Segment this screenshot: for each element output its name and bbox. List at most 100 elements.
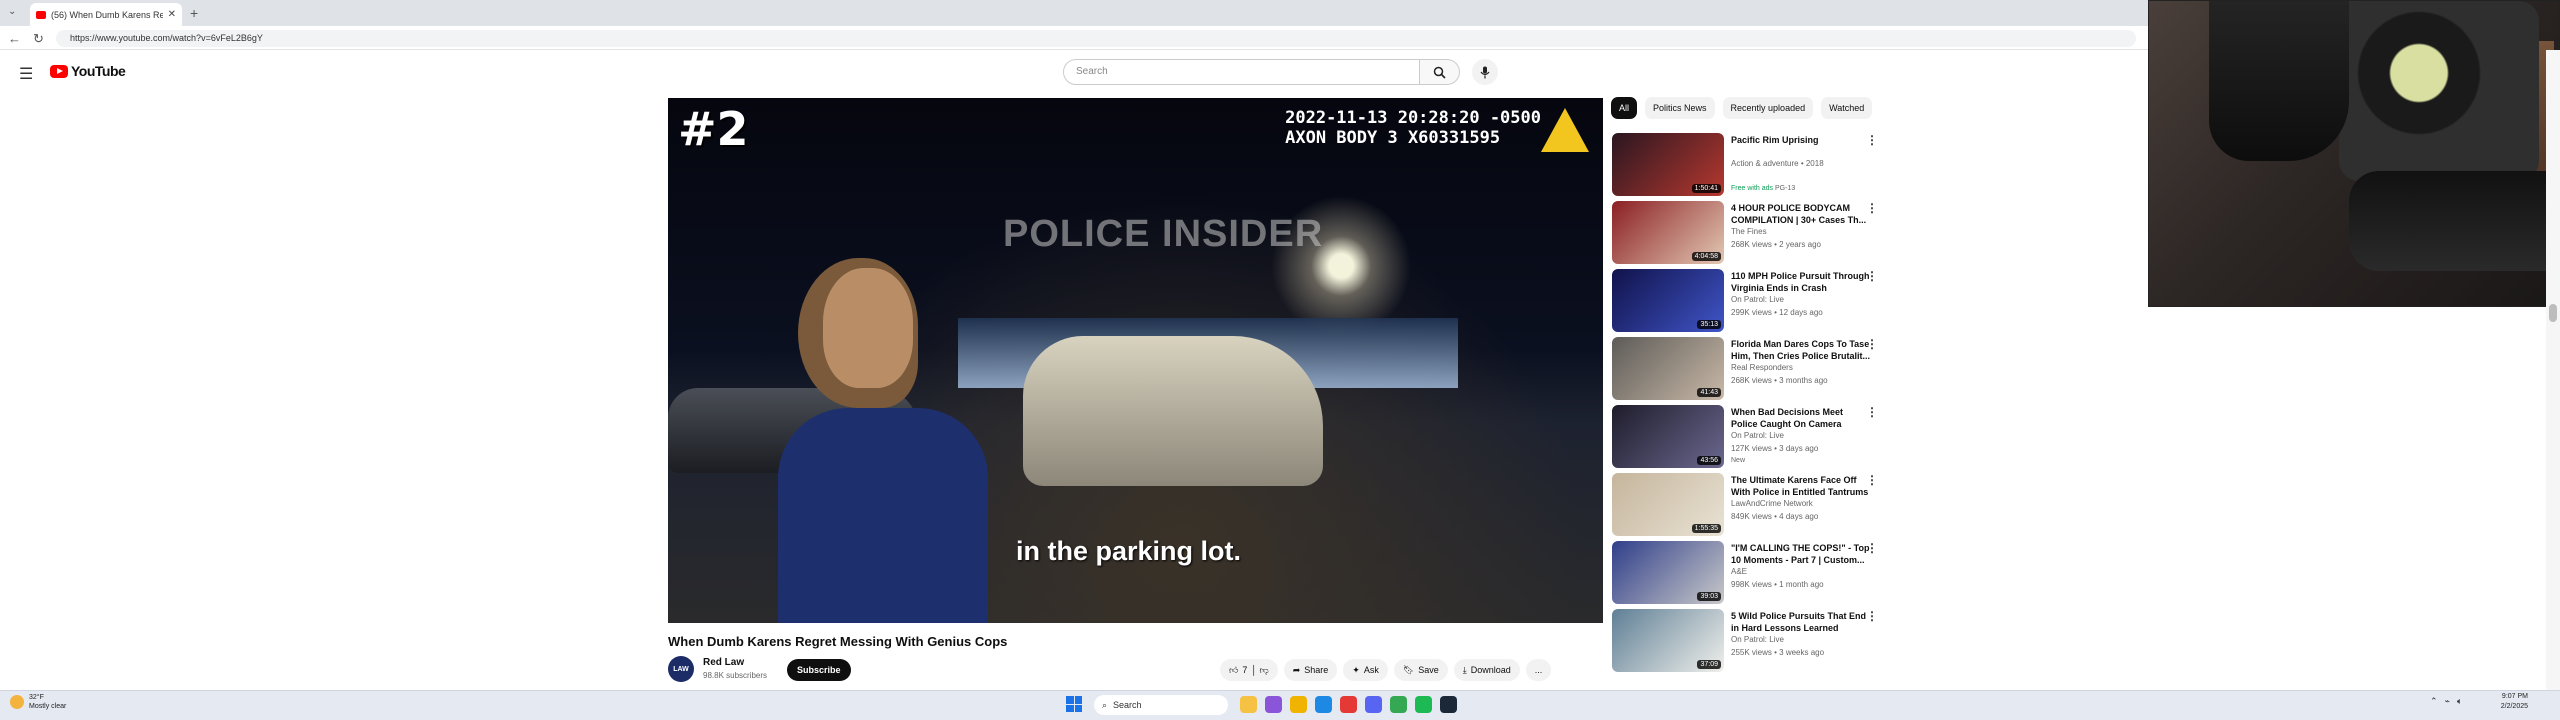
save-button[interactable]: 🔖︎ Save	[1393, 659, 1448, 681]
recommendation-channel[interactable]: A&E	[1731, 567, 1747, 576]
more-options-icon[interactable]: ⋮	[1866, 609, 1878, 623]
axon-logo-icon	[1541, 108, 1589, 152]
filter-chip[interactable]: Recently uploaded	[1722, 97, 1814, 119]
file-explorer-icon[interactable]	[1240, 696, 1257, 713]
discord-icon[interactable]	[1365, 696, 1382, 713]
url-field[interactable]: https://www.youtube.com/watch?v=6vFeL2B6…	[56, 30, 2136, 47]
start-button-icon[interactable]	[1066, 696, 1082, 712]
like-dislike-button[interactable]: 👍︎ 7 │ 👎︎	[1220, 659, 1278, 681]
more-options-icon[interactable]: ⋮	[1866, 405, 1878, 419]
recommendation-meta: 268K views • 2 years ago	[1731, 240, 1821, 249]
channel-avatar[interactable]: LAW	[668, 656, 694, 682]
filter-chip[interactable]: Politics News	[1645, 97, 1715, 119]
recommendation-thumbnail[interactable]: 1:50:41	[1612, 133, 1724, 196]
recommendation-channel[interactable]: The Fines	[1731, 227, 1767, 236]
scrollbar-thumb[interactable]	[2549, 304, 2557, 322]
steam-icon[interactable]	[1440, 696, 1457, 713]
spotify-icon[interactable]	[1415, 696, 1432, 713]
recommendation-title[interactable]: 110 MPH Police Pursuit Through Virginia …	[1731, 270, 1871, 294]
video-duration: 37:09	[1697, 660, 1721, 669]
more-options-icon[interactable]: ⋮	[1866, 541, 1878, 555]
filter-chip[interactable]: All	[1611, 97, 1638, 119]
recommendation-thumbnail[interactable]: 35:13	[1612, 269, 1724, 332]
recommendation-meta: 268K views • 3 months ago	[1731, 376, 1828, 385]
mic-button[interactable]	[1472, 59, 1498, 85]
share-button[interactable]: ➦ Share	[1283, 659, 1338, 681]
recommendation-item[interactable]: 37:09 5 Wild Police Pursuits That End in …	[1612, 607, 1884, 675]
recommendation-title[interactable]: When Bad Decisions Meet Police Caught On…	[1731, 406, 1871, 430]
recommendation-badges: Free with ads PG-13	[1731, 185, 1795, 192]
thumbs-down-icon: │ 👎︎	[1251, 664, 1269, 675]
recommendation-item[interactable]: 1:55:35 The Ultimate Karens Face Off With…	[1612, 471, 1884, 539]
speaker-icon[interactable]: 🔈︎	[2457, 696, 2462, 707]
reload-icon[interactable]: ↻	[33, 31, 44, 47]
recommendation-thumbnail[interactable]: 39:03	[1612, 541, 1724, 604]
recommendation-item[interactable]: 43:56 When Bad Decisions Meet Police Caug…	[1612, 403, 1884, 471]
chrome-icon[interactable]	[1390, 696, 1407, 713]
recommendation-thumbnail[interactable]: 37:09	[1612, 609, 1724, 672]
recommendation-thumbnail[interactable]: 43:56	[1612, 405, 1724, 468]
video-actions: 👍︎ 7 │ 👎︎ ➦ Share ✦ Ask 🔖︎ Save ⤓ Downlo…	[1220, 659, 1552, 681]
recommendation-channel[interactable]: LawAndCrime Network	[1731, 499, 1813, 508]
folder-icon[interactable]	[1290, 696, 1307, 713]
video-title: When Dumb Karens Regret Messing With Gen…	[668, 634, 1008, 649]
more-options-icon[interactable]: ⋮	[1866, 133, 1878, 147]
copilot-icon[interactable]	[1265, 696, 1282, 713]
download-button[interactable]: ⤓ Download	[1453, 659, 1520, 681]
youtube-logo[interactable]: YouTube	[50, 63, 126, 79]
more-actions-button[interactable]: ...	[1525, 659, 1552, 681]
recommendation-item[interactable]: 4:04:58 4 HOUR POLICE BODYCAM COMPILATION…	[1612, 199, 1884, 267]
more-options-icon[interactable]: ⋮	[1866, 269, 1878, 283]
more-options-icon[interactable]: ⋮	[1866, 201, 1878, 215]
recommendation-badges: New	[1731, 457, 1745, 464]
channel-name[interactable]: Red Law	[703, 657, 744, 668]
recommendation-meta: 849K views • 4 days ago	[1731, 512, 1819, 521]
rank-overlay: #2	[678, 102, 749, 156]
recommendation-item[interactable]: 39:03 "I'M CALLING THE COPS!" - Top 10 Mo…	[1612, 539, 1884, 607]
recommendation-title[interactable]: 4 HOUR POLICE BODYCAM COMPILATION | 30+ …	[1731, 202, 1871, 226]
filter-chips: All Politics News Recently uploaded Watched	[1611, 97, 1873, 119]
search-input[interactable]: Search	[1063, 59, 1420, 85]
recommendation-item[interactable]: 35:13 110 MPH Police Pursuit Through Virg…	[1612, 267, 1884, 335]
hamburger-icon[interactable]: ☰	[19, 64, 33, 84]
recommendation-channel[interactable]: On Patrol: Live	[1731, 431, 1784, 440]
taskbar-clock[interactable]: 9:07 PM 2/2/2025	[2468, 692, 2528, 712]
video-duration: 1:55:35	[1691, 524, 1721, 533]
browser-tab[interactable]: (56) When Dumb Karens Re ✕	[30, 3, 182, 26]
recommendation-meta: 998K views • 1 month ago	[1731, 580, 1824, 589]
recommendation-thumbnail[interactable]: 4:04:58	[1612, 201, 1724, 264]
tab-search-icon[interactable]: ⌄	[8, 6, 16, 17]
edge-icon[interactable]	[1315, 696, 1332, 713]
recommendation-title[interactable]: The Ultimate Karens Face Off With Police…	[1731, 474, 1871, 498]
search-button[interactable]	[1420, 59, 1460, 85]
media-app-icon[interactable]	[1340, 696, 1357, 713]
ask-button[interactable]: ✦ Ask	[1343, 659, 1388, 681]
subscribe-button[interactable]: Subscribe	[787, 659, 851, 681]
recommendation-title[interactable]: Florida Man Dares Cops To Tase Him, Then…	[1731, 338, 1871, 362]
tray-chevron-icon[interactable]: ⌃	[2430, 696, 2438, 707]
network-icon[interactable]: ⌁	[2445, 696, 2450, 707]
video-player[interactable]: #2 2022-11-13 20:28:20 -0500 AXON BODY 3…	[668, 98, 1603, 623]
more-options-icon[interactable]: ⋮	[1866, 337, 1878, 351]
channel-subscribers: 98.8K subscribers	[703, 671, 768, 680]
recommendation-thumbnail[interactable]: 41:43	[1612, 337, 1724, 400]
recommendation-channel[interactable]: Real Responders	[1731, 363, 1793, 372]
recommendation-item[interactable]: 41:43 Florida Man Dares Cops To Tase Him,…	[1612, 335, 1884, 403]
recommendations-list: 1:50:41 Pacific Rim Uprising Action & adve…	[1612, 131, 1884, 675]
more-options-icon[interactable]: ⋮	[1866, 473, 1878, 487]
recommendation-title[interactable]: 5 Wild Police Pursuits That End in Hard …	[1731, 610, 1871, 634]
recommendation-item[interactable]: 1:50:41 Pacific Rim Uprising Action & adve…	[1612, 131, 1884, 199]
recommendation-channel[interactable]: On Patrol: Live	[1731, 635, 1784, 644]
recommendation-channel[interactable]: Action & adventure • 2018	[1731, 159, 1824, 168]
close-tab-icon[interactable]: ✕	[168, 9, 176, 20]
recommendation-title[interactable]: "I'M CALLING THE COPS!" - Top 10 Moments…	[1731, 542, 1871, 566]
filter-chip[interactable]: Watched	[1821, 97, 1873, 119]
recommendation-thumbnail[interactable]: 1:55:35	[1612, 473, 1724, 536]
recommendation-title[interactable]: Pacific Rim Uprising	[1731, 134, 1871, 146]
back-icon[interactable]: ←	[8, 31, 21, 47]
new-tab-button[interactable]: +	[190, 5, 198, 21]
weather-widget[interactable]: 32°F Mostly clear	[10, 693, 66, 711]
page-scrollbar[interactable]	[2546, 50, 2560, 690]
recommendation-channel[interactable]: On Patrol: Live	[1731, 295, 1784, 304]
taskbar-search[interactable]: ⌕ Search	[1094, 695, 1228, 715]
